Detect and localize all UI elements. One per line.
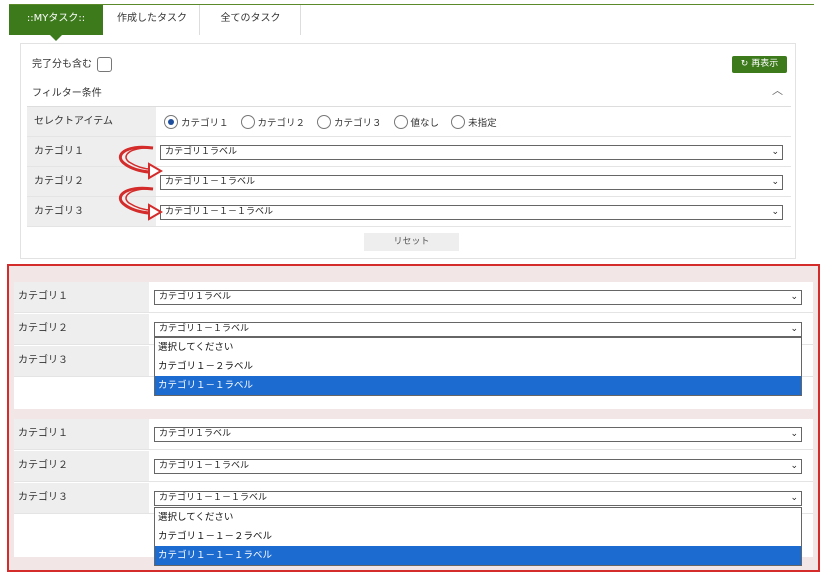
category-2-select[interactable]: カテゴリ１－１ラベル ⌄ [160, 175, 783, 190]
dropdown-option-selected[interactable]: カテゴリ１－１－１ラベル [155, 546, 801, 565]
radio-unspecified[interactable]: 未指定 [451, 115, 497, 129]
radio-button-selected[interactable] [164, 115, 178, 129]
panel1-category-1-select[interactable]: カテゴリ１ラベル ⌄ [154, 290, 802, 305]
tab-bar: ::MYタスク:: 作成したタスク 全てのタスク [9, 4, 814, 41]
select-value: カテゴリ１ラベル [159, 429, 232, 439]
select-value: カテゴリ１ラベル [159, 292, 232, 302]
reset-button[interactable]: リセット [364, 233, 459, 251]
panel1-row-category-1: カテゴリ１ カテゴリ１ラベル ⌄ [14, 282, 813, 313]
chevron-up-icon[interactable]: ︿ [772, 82, 783, 98]
radio-button[interactable] [393, 115, 408, 129]
radio-button[interactable] [317, 115, 332, 129]
chevron-down-icon: ⌄ [790, 324, 798, 334]
category-3-label: カテゴリ３ [14, 483, 149, 513]
panel1-category-2-select[interactable]: カテゴリ１－１ラベル ⌄ [154, 322, 802, 337]
chevron-down-icon: ⌄ [771, 147, 779, 157]
category-1-label: カテゴリ１ [14, 419, 149, 449]
radio-label: カテゴリ３ [334, 118, 382, 129]
select-item-label: セレクトアイテム [27, 107, 156, 136]
refresh-icon: ↻ [740, 59, 749, 69]
radio-button[interactable] [451, 115, 466, 129]
radio-no-value[interactable]: 値なし [393, 115, 440, 129]
category-radio-group: カテゴリ１ カテゴリ２ カテゴリ３ 値なし 未指定 [164, 115, 497, 129]
select-value: カテゴリ１－１ラベル [159, 324, 250, 334]
include-completed-checkbox[interactable] [97, 57, 112, 72]
filter-row-select-item: セレクトアイテム カテゴリ１ カテゴリ２ カテゴリ３ 値なし 未指定 [27, 107, 791, 137]
select-value: カテゴリ１－１－１ラベル [165, 207, 274, 217]
chevron-down-icon: ⌄ [790, 461, 798, 471]
radio-label: カテゴリ１ [181, 118, 229, 129]
chevron-down-icon: ⌄ [771, 207, 779, 217]
dropdown-option[interactable]: カテゴリ１－１－２ラベル [155, 527, 801, 546]
panel2-row-category-1: カテゴリ１ カテゴリ１ラベル ⌄ [14, 419, 813, 450]
panel2-category-1-select[interactable]: カテゴリ１ラベル ⌄ [154, 427, 802, 442]
tab-all-tasks[interactable]: 全てのタスク [201, 5, 301, 35]
tab-my-tasks[interactable]: ::MYタスク:: [9, 5, 103, 41]
panel1-dropdown-list: 選択してください カテゴリ１－２ラベル カテゴリ１－１ラベル [154, 337, 802, 396]
radio-category-3[interactable]: カテゴリ３ [317, 115, 382, 129]
category-3-label: カテゴリ３ [14, 346, 149, 376]
select-value: カテゴリ１－１ラベル [165, 177, 256, 187]
chevron-down-icon: ⌄ [771, 177, 779, 187]
radio-category-2[interactable]: カテゴリ２ [240, 115, 306, 129]
dropdown-option[interactable]: 選択してください [155, 508, 801, 527]
panel2-category-3-select[interactable]: カテゴリ１－１－１ラベル ⌄ [154, 491, 802, 506]
annotation-frame: カテゴリ１ カテゴリ１ラベル ⌄ カテゴリ２ カテゴリ１－１ラベル ⌄ カテゴリ３ … [7, 264, 820, 572]
panel2-row-category-2: カテゴリ２ カテゴリ１－１ラベル ⌄ [14, 451, 813, 482]
example-panel-2: カテゴリ１ カテゴリ１ラベル ⌄ カテゴリ２ カテゴリ１－１ラベル ⌄ カテゴリ３ … [14, 419, 813, 566]
category-1-select[interactable]: カテゴリ１ラベル ⌄ [160, 145, 783, 160]
category-2-label: カテゴリ２ [14, 451, 149, 481]
chevron-down-icon: ⌄ [790, 429, 798, 439]
radio-label: 値なし [410, 118, 440, 129]
filter-title: フィルター条件 [32, 88, 102, 99]
radio-label: カテゴリ２ [257, 118, 306, 129]
radio-button[interactable] [240, 115, 255, 129]
category-1-label: カテゴリ１ [14, 282, 149, 312]
select-value: カテゴリ１ラベル [165, 147, 238, 157]
tab-created-tasks[interactable]: 作成したタスク [105, 5, 200, 35]
dropdown-option[interactable]: 選択してください [155, 338, 801, 357]
chevron-down-icon: ⌄ [790, 292, 798, 302]
radio-category-1[interactable]: カテゴリ１ [164, 115, 229, 129]
select-value: カテゴリ１－１ラベル [159, 461, 250, 471]
include-completed-label: 完了分も含む [32, 59, 92, 70]
dropdown-option[interactable]: カテゴリ１－２ラベル [155, 357, 801, 376]
annotation-arrow-cat2-to-cat3 [118, 186, 163, 221]
radio-label: 未指定 [468, 118, 497, 129]
category-3-select[interactable]: カテゴリ１－１－１ラベル ⌄ [160, 205, 783, 220]
chevron-down-icon: ⌄ [790, 493, 798, 503]
annotation-arrow-cat1-to-cat2 [118, 145, 163, 180]
panel2-dropdown-list: 選択してください カテゴリ１－１－２ラベル カテゴリ１－１－１ラベル [154, 507, 802, 566]
category-2-label: カテゴリ２ [14, 314, 149, 344]
example-panel-1: カテゴリ１ カテゴリ１ラベル ⌄ カテゴリ２ カテゴリ１－１ラベル ⌄ カテゴリ３ … [14, 282, 813, 409]
reload-button-label: 再表示 [751, 59, 779, 69]
panel2-category-2-select[interactable]: カテゴリ１－１ラベル ⌄ [154, 459, 802, 474]
select-value: カテゴリ１－１－１ラベル [159, 493, 268, 503]
dropdown-option-selected[interactable]: カテゴリ１－１ラベル [155, 376, 801, 395]
reload-button[interactable]: ↻ 再表示 [732, 56, 787, 73]
